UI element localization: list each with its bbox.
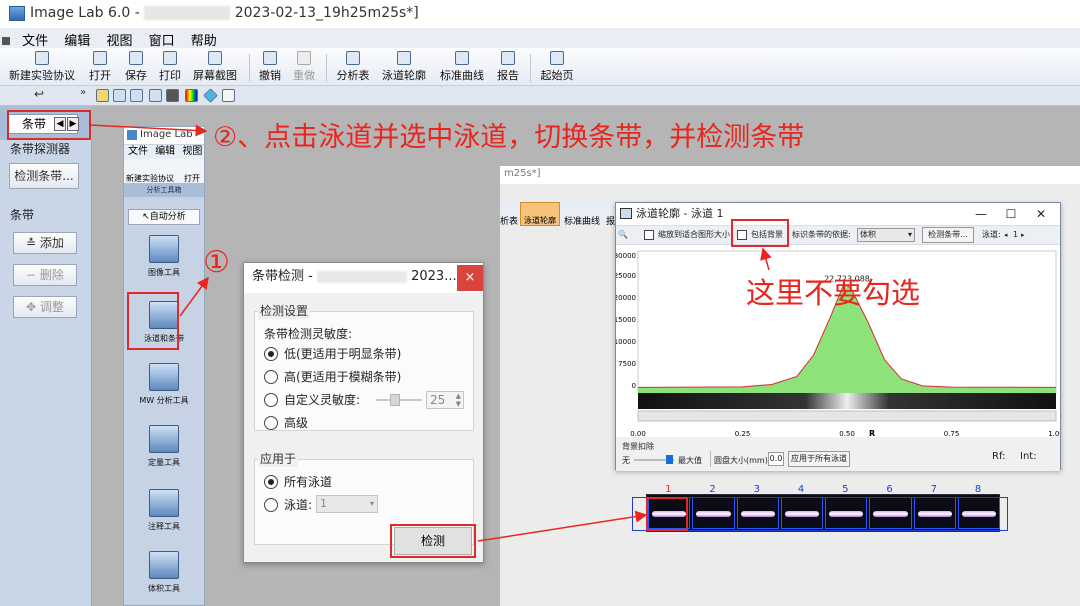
arrow-to-lanes <box>477 510 648 542</box>
arrow-to-checkbox <box>760 247 772 271</box>
step1-annotation: ① <box>203 245 230 280</box>
no-check-annotation: 这里不要勾选 <box>746 276 921 310</box>
step2-annotation: ②、点击泳道并选中泳道，切换条带，并检测条带 <box>213 122 805 153</box>
arrow-to-step2 <box>89 124 208 137</box>
arrow-to-dialog <box>179 276 209 317</box>
